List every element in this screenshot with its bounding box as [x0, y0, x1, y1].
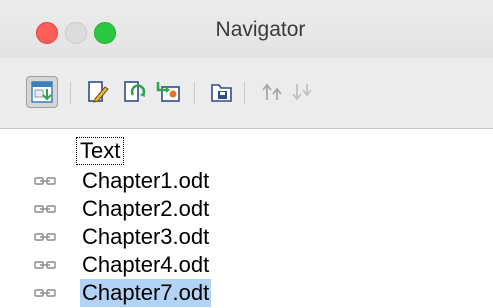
save-contents-button[interactable] — [206, 76, 238, 108]
tree-item-chapter7[interactable]: Chapter7.odt — [0, 279, 493, 307]
tree-item-chapter1[interactable]: Chapter1.odt — [0, 167, 493, 195]
navigator-window: Navigator Text Chapter1.odt Chapter2.odt… — [0, 0, 493, 308]
update-button[interactable] — [118, 76, 150, 108]
link-icon — [34, 205, 56, 213]
toggle-master-view-icon — [31, 81, 53, 103]
edit-icon — [88, 81, 109, 103]
move-down-button[interactable] — [286, 76, 318, 108]
save-contents-icon — [211, 84, 232, 102]
toolbar-separator — [194, 82, 195, 104]
link-icon — [34, 233, 56, 241]
insert-button[interactable] — [152, 76, 184, 108]
tree-item-label: Chapter1.odt — [82, 168, 210, 193]
update-icon — [124, 81, 146, 102]
insert-icon — [156, 82, 180, 102]
edit-button[interactable] — [82, 76, 114, 108]
tree-item-label: Chapter2.odt — [82, 196, 210, 221]
link-icon — [34, 261, 56, 269]
link-icon — [34, 289, 56, 297]
link-icon — [34, 177, 56, 185]
tree-item-chapter2[interactable]: Chapter2.odt — [0, 195, 493, 223]
navigator-toolbar — [0, 58, 493, 129]
tree-item-chapter3[interactable]: Chapter3.odt — [0, 223, 493, 251]
toggle-button[interactable] — [26, 76, 58, 108]
navigator-tree: Text Chapter1.odt Chapter2.odt Chapter3.… — [0, 129, 493, 308]
move-up-icon — [262, 83, 282, 100]
move-down-icon — [292, 84, 312, 101]
window-title: Navigator — [215, 18, 306, 41]
toolbar-separator — [244, 82, 245, 104]
title-bar: Navigator — [0, 0, 493, 58]
tree-item-label: Chapter7.odt — [80, 279, 212, 307]
tree-item-label: Chapter3.odt — [82, 224, 210, 249]
move-up-button[interactable] — [256, 76, 288, 108]
tree-root-text[interactable]: Text — [76, 137, 125, 165]
tree-item-label: Chapter4.odt — [82, 252, 210, 277]
tree-item-chapter4[interactable]: Chapter4.odt — [0, 251, 493, 279]
toolbar-separator — [70, 82, 71, 104]
